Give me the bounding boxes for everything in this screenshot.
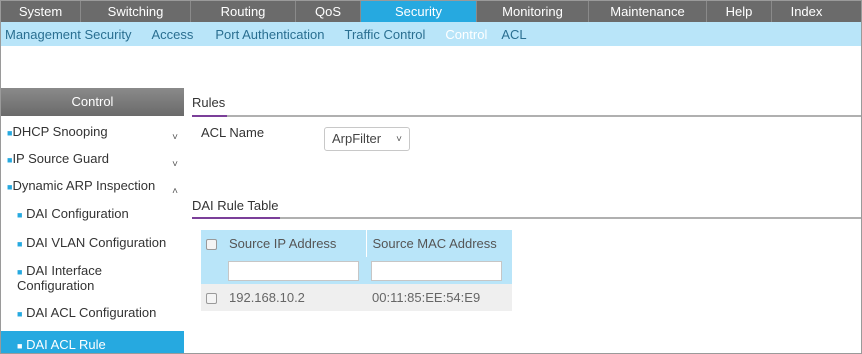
subtab-management-security[interactable]: Management Security (5, 27, 131, 42)
bullet-icon: ■ (17, 210, 23, 220)
subtab-acl[interactable]: ACL (501, 27, 526, 42)
rules-section-title: Rules (192, 95, 226, 110)
table-row[interactable]: 192.168.10.2 00:11:85:EE:54:E9 (201, 284, 512, 311)
subtab-access[interactable]: Access (151, 27, 193, 42)
chevron-down-icon: ˅ (396, 134, 402, 145)
tab-routing[interactable]: Routing (191, 1, 296, 22)
sidebar-item-label: DAI Configuration (26, 206, 129, 221)
tab-switching[interactable]: Switching (81, 1, 191, 22)
sidebar-item-ip-source-guard[interactable]: ■IP Source Guard ˅ (1, 145, 184, 172)
top-nav: System Switching Routing QoS Security Mo… (1, 1, 861, 22)
tab-index[interactable]: Index (772, 1, 841, 22)
sidebar-item-dai-acl-configuration[interactable]: ■ DAI ACL Configuration (1, 299, 184, 327)
column-header-source-mac[interactable]: Source MAC Address (366, 230, 512, 257)
sidebar-item-dai-acl-rule-configuration[interactable]: ■ DAI ACL Rule Configuration (1, 331, 184, 353)
sidebar-item-label: DAI VLAN Configuration (26, 235, 167, 250)
subtab-port-authentication[interactable]: Port Authentication (215, 27, 324, 42)
sidebar-item-label: DHCP Snooping (12, 124, 108, 139)
acl-name-select[interactable]: ArpFilter ˅ (324, 127, 410, 151)
row-select-cell (201, 284, 223, 311)
bullet-icon: ■ (17, 239, 23, 249)
filter-cell-mac (366, 257, 512, 284)
filter-empty-cell (201, 257, 223, 284)
tab-monitoring[interactable]: Monitoring (477, 1, 589, 22)
filter-cell-ip (223, 257, 366, 284)
sidebar-item-label: DAI ACL Configuration (26, 305, 157, 320)
sidebar-item-label: IP Source Guard (12, 151, 110, 166)
tab-maintenance[interactable]: Maintenance (589, 1, 707, 22)
acl-name-value: ArpFilter (332, 131, 382, 146)
tab-system[interactable]: System (1, 1, 81, 22)
sidebar-item-dhcp-snooping[interactable]: ■DHCP Snooping ˅ (1, 118, 184, 145)
sidebar-item-dai-interface-configuration[interactable]: ■ DAI Interface Configuration (1, 257, 184, 298)
cell-source-mac: 00:11:85:EE:54:E9 (366, 284, 512, 311)
tab-qos[interactable]: QoS (296, 1, 361, 22)
sidebar: Control ■DHCP Snooping ˅ ■IP Source Guar… (1, 88, 184, 353)
cell-source-ip: 192.168.10.2 (223, 284, 366, 311)
row-checkbox[interactable] (206, 293, 217, 305)
source-mac-filter-input[interactable] (371, 260, 502, 281)
bullet-icon: ■ (17, 341, 23, 351)
dai-rule-table-title: DAI Rule Table (192, 198, 279, 213)
rules-section-divider (192, 115, 861, 117)
dai-rule-table-divider (192, 217, 861, 219)
sidebar-title: Control (1, 88, 184, 116)
sidebar-item-label: DAI ACL Rule Configuration (26, 337, 106, 352)
tab-security[interactable]: Security (361, 1, 477, 22)
tab-help[interactable]: Help (707, 1, 772, 22)
sidebar-item-dynamic-arp-inspection[interactable]: ■Dynamic ARP Inspection ˄ (1, 172, 184, 199)
subtab-traffic-control[interactable]: Traffic Control (345, 27, 426, 42)
select-all-checkbox[interactable] (206, 239, 217, 251)
source-ip-filter-input[interactable] (228, 260, 359, 281)
bullet-icon: ■ (17, 267, 23, 277)
sidebar-item-dai-configuration[interactable]: ■ DAI Configuration (1, 200, 184, 228)
table-header-row: Source IP Address Source MAC Address (201, 230, 512, 257)
bullet-icon: ■ (17, 309, 23, 319)
sidebar-item-label: Dynamic ARP Inspection (12, 178, 156, 193)
filter-row (201, 257, 512, 284)
sidebar-item-label: DAI Interface Configuration (17, 263, 102, 293)
sub-nav: Management Security Access Port Authenti… (1, 22, 861, 46)
column-header-source-ip[interactable]: Source IP Address (223, 230, 367, 257)
subtab-control[interactable]: Control (445, 27, 487, 42)
rules-section-accent (192, 115, 227, 117)
dai-rule-table-accent (192, 217, 280, 219)
dai-rule-table: Source IP Address Source MAC Address 192… (201, 230, 512, 311)
app-frame: System Switching Routing QoS Security Mo… (0, 0, 862, 354)
sidebar-item-dai-vlan-configuration[interactable]: ■ DAI VLAN Configuration (1, 229, 184, 257)
acl-name-label: ACL Name (201, 125, 265, 140)
select-all-cell (201, 230, 223, 257)
